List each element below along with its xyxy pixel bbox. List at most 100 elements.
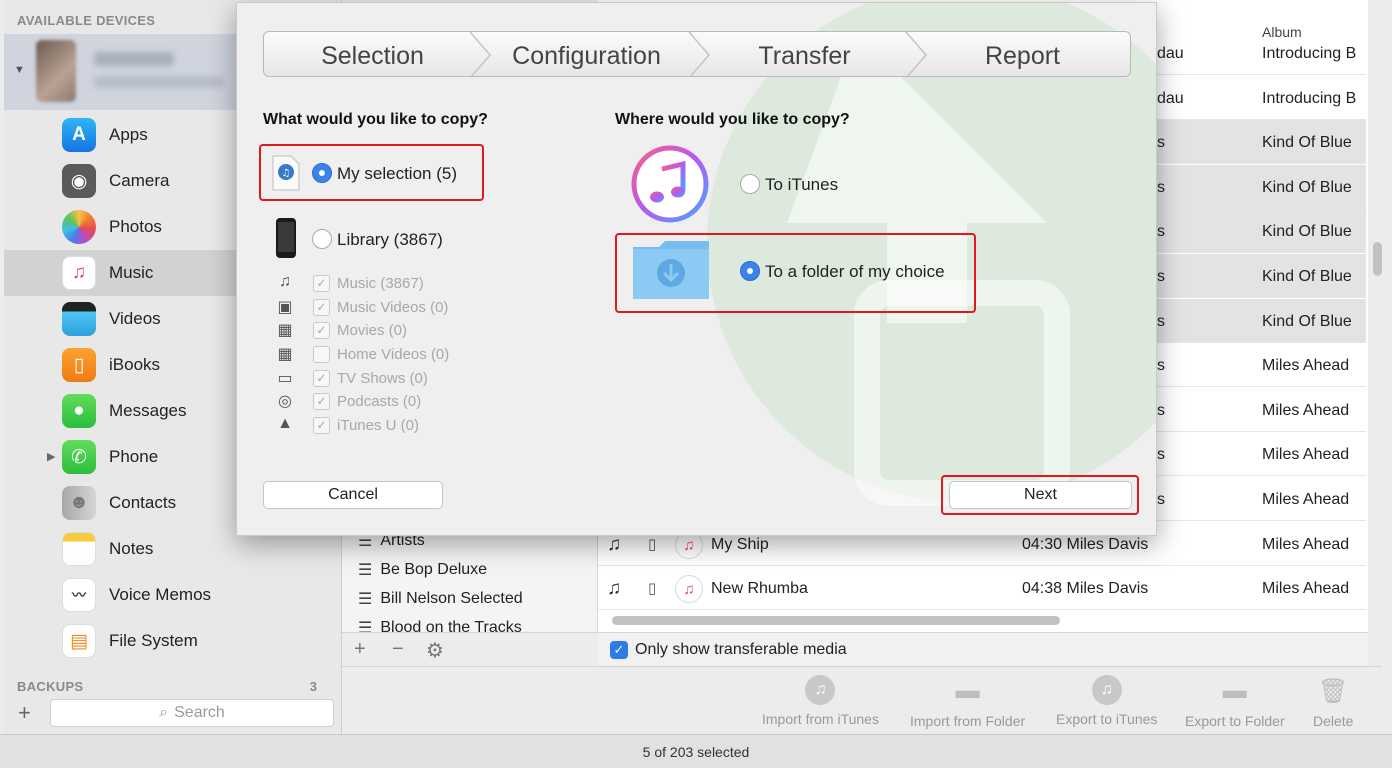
track-cell-partial: s — [1157, 268, 1165, 285]
action-label: Import from Folder — [910, 713, 1026, 729]
list-item[interactable]: ☰ Be Bop Deluxe — [358, 560, 487, 580]
action-label: Delete — [1313, 713, 1354, 729]
track-cell-partial: dau — [1157, 45, 1184, 62]
list-item[interactable]: ☰ Bill Nelson Selected — [358, 589, 523, 609]
device-thumbnail — [36, 40, 76, 102]
tv-shows-checkbox[interactable]: ✓ — [313, 370, 330, 387]
search-placeholder: Search — [174, 704, 225, 721]
track-cell-partial: s — [1157, 223, 1165, 241]
track-album: Miles Ahead — [1262, 580, 1350, 597]
to-folder-radio[interactable] — [740, 261, 760, 281]
import-from-itunes-button[interactable]: ♫ Import from iTunes — [762, 675, 879, 727]
devices-heading: AVAILABLE DEVICES — [17, 13, 156, 28]
file-system-icon: ▤ — [62, 624, 96, 658]
movies-checkbox[interactable]: ✓ — [313, 322, 330, 339]
sub-item-label: Movies (0) — [337, 322, 408, 339]
playlist-label: Be Bop Deluxe — [380, 561, 488, 578]
playlist-icon: ☰ — [358, 562, 373, 579]
export-to-itunes-button[interactable]: ♫ Export to iTunes — [1056, 675, 1157, 727]
sidebar-item-file-system[interactable]: ▤ File System — [4, 618, 342, 664]
sub-item-label: Music Videos (0) — [337, 299, 449, 316]
track-album: Miles Ahead — [1262, 401, 1350, 419]
action-label: Export to Folder — [1185, 713, 1285, 729]
delete-button[interactable]: 🗑 Delete — [1313, 675, 1354, 730]
sub-item-label: iTunes U (0) — [337, 417, 419, 434]
library-radio[interactable] — [312, 229, 332, 249]
list-item[interactable]: ☰ Blood on the Tracks — [358, 618, 522, 632]
next-button[interactable]: Next — [949, 481, 1132, 509]
film-icon: ▦ — [277, 322, 293, 339]
horizontal-scrollbar[interactable] — [612, 616, 1060, 625]
import-from-folder-button[interactable]: ▬ Import from Folder — [910, 675, 1025, 729]
playlist-label: Blood on the Tracks — [380, 619, 522, 632]
step-report: Report — [984, 42, 1061, 70]
sidebar-item-label: File System — [109, 631, 198, 650]
device-model-redacted — [94, 76, 224, 88]
action-label: Import from iTunes — [762, 711, 879, 727]
sub-item-label: TV Shows (0) — [337, 370, 428, 387]
sidebar-item-label: Music — [109, 263, 154, 282]
disclosure-triangle-icon[interactable]: ▼ — [14, 64, 25, 76]
home-videos-checkbox[interactable] — [313, 346, 330, 363]
sidebar-item-label: Apps — [109, 125, 148, 144]
folder-icon — [633, 241, 709, 299]
photos-icon — [62, 210, 96, 244]
device-icon: ▯ — [648, 536, 657, 553]
step-configuration: Configuration — [512, 42, 661, 70]
export-to-folder-button[interactable]: ▬ Export to Folder — [1185, 675, 1285, 729]
track-cell-partial: s — [1157, 178, 1165, 196]
videos-icon — [62, 302, 96, 336]
track-cell-partial: s — [1157, 446, 1165, 464]
cancel-button[interactable]: Cancel — [263, 481, 443, 509]
my-selection-label: My selection (5) — [337, 164, 457, 183]
playlist-toolbar: + − ⚙ — [342, 632, 598, 666]
track-album: Kind Of Blue — [1262, 268, 1352, 285]
itunes-icon: ♫ — [805, 675, 836, 705]
track-album: Miles Ahead — [1262, 446, 1350, 464]
iphone-icon — [276, 218, 296, 258]
podcasts-checkbox[interactable]: ✓ — [313, 393, 330, 410]
notes-icon — [62, 532, 96, 566]
transferable-checkbox[interactable]: ✓ — [610, 641, 628, 659]
film-icon: ▦ — [277, 346, 293, 363]
camera-icon: ◉ — [62, 164, 96, 198]
track-cell-partial: s — [1157, 312, 1165, 330]
music-checkbox[interactable]: ✓ — [313, 275, 330, 292]
status-bar: 5 of 203 selected — [0, 734, 1392, 768]
remove-playlist-icon[interactable]: − — [392, 638, 404, 661]
track-meta: 04:30 Miles Davis — [1022, 536, 1149, 553]
itunes-u-checkbox[interactable]: ✓ — [313, 417, 330, 434]
action-toolbar: ♫ Import from iTunes ▬ Import from Folde… — [342, 666, 1382, 734]
track-album: Miles Ahead — [1262, 357, 1350, 375]
add-icon[interactable]: + — [18, 700, 31, 726]
sidebar-item-label: Phone — [109, 447, 159, 466]
track-cell-partial: s — [1157, 357, 1165, 375]
sidebar-item-label: Messages — [109, 401, 187, 420]
sub-item-label: Music (3867) — [337, 275, 424, 292]
itunes-file-icon: ♫ — [272, 155, 300, 191]
to-itunes-radio[interactable] — [740, 174, 760, 194]
disclosure-triangle-icon[interactable]: ▶ — [47, 450, 55, 463]
sidebar-item-label: Voice Memos — [109, 585, 212, 604]
sidebar-item-voice-memos[interactable]: 〰 Voice Memos — [4, 572, 342, 618]
vertical-scrollbar[interactable] — [1373, 242, 1382, 276]
track-cell-partial: s — [1157, 401, 1165, 419]
device-icon: ▯ — [648, 580, 657, 597]
my-selection-radio[interactable] — [312, 163, 332, 183]
add-playlist-icon[interactable]: + — [354, 638, 366, 661]
folder-icon: ▬ — [955, 677, 980, 704]
gear-icon[interactable]: ⚙ — [426, 638, 444, 663]
voice-memos-icon: 〰 — [62, 578, 96, 612]
sub-item-label: Podcasts (0) — [337, 393, 422, 410]
playlist-label: Bill Nelson Selected — [380, 590, 523, 607]
phone-icon: ✆ — [62, 440, 96, 474]
step-selection: Selection — [321, 42, 424, 70]
playlist-icon: ☰ — [358, 620, 373, 632]
playlist-icon: ☰ — [358, 591, 373, 608]
track-meta: 04:38 Miles Davis — [1022, 580, 1149, 597]
music-icon: ♫ — [62, 256, 96, 290]
to-itunes-label: To iTunes — [765, 175, 839, 194]
track-album: Kind Of Blue — [1262, 223, 1352, 241]
music-videos-checkbox[interactable]: ✓ — [313, 299, 330, 316]
search-input[interactable]: ⌕ Search — [50, 699, 334, 727]
